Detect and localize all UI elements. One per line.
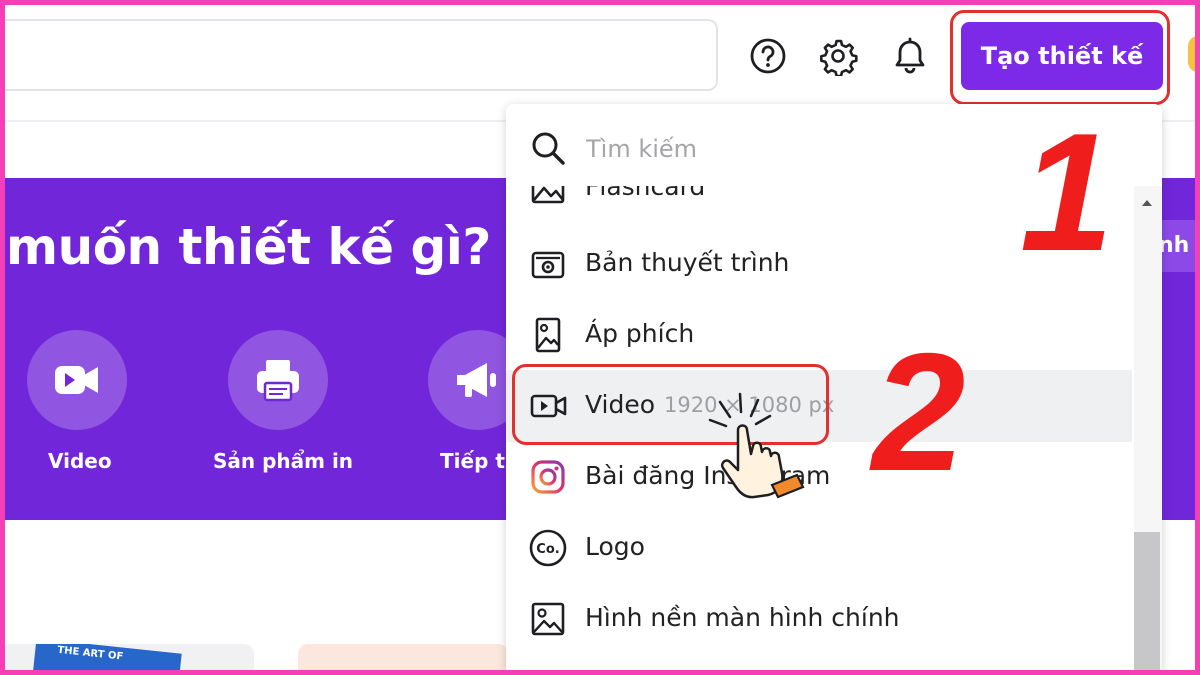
list-item-label: Áp phích — [585, 319, 695, 348]
pointing-hand-cursor-icon — [708, 392, 805, 499]
main-search-bar[interactable] — [0, 19, 718, 91]
presentation-icon — [528, 244, 568, 284]
template-thumbnail[interactable]: THE ART OF — [0, 644, 254, 675]
step-number-1: 1 — [1020, 98, 1114, 286]
category-video-button[interactable] — [27, 330, 127, 430]
settings-gear-icon[interactable] — [818, 36, 858, 78]
book-cover-thumbnail: THE ART OF — [32, 644, 182, 675]
logo-icon: Co. — [528, 528, 568, 568]
list-item-label: Logo — [585, 532, 645, 561]
svg-text:Co.: Co. — [536, 542, 559, 557]
dropdown-search-input[interactable] — [584, 130, 988, 168]
poster-icon — [528, 315, 568, 355]
create-design-button[interactable]: Tạo thiết kế — [961, 22, 1163, 90]
banner-title: muốn thiết kế gì? — [6, 218, 491, 276]
list-item-logo[interactable]: Co. Logo — [506, 512, 1132, 584]
category-video-label: Video — [48, 449, 112, 473]
search-icon — [532, 132, 565, 165]
scroll-up-arrow-icon[interactable] — [1138, 194, 1156, 212]
list-item-label: Flashcard — [585, 186, 706, 201]
step-number-2: 2 — [872, 318, 966, 506]
list-item-poster[interactable]: Áp phích — [506, 299, 1132, 371]
printer-icon — [257, 360, 299, 402]
image-icon — [528, 186, 568, 208]
megaphone-icon — [457, 363, 496, 397]
list-item-label: Hình nền màn hình chính — [585, 603, 900, 632]
list-item-instagram-post[interactable]: Bài đăng Instagram — [506, 441, 1132, 513]
list-item-label: Bản thuyết trình — [585, 248, 790, 277]
list-item-wallpaper[interactable]: Hình nền màn hình chính — [506, 583, 1132, 655]
category-print-label: Sản phẩm in — [213, 449, 354, 473]
notification-bell-icon[interactable] — [890, 36, 930, 76]
wallpaper-icon — [528, 599, 568, 639]
template-thumbnail[interactable] — [298, 644, 508, 675]
instagram-icon — [528, 457, 568, 497]
help-icon[interactable] — [748, 36, 788, 76]
video-camera-icon — [55, 366, 98, 394]
category-print-button[interactable] — [228, 330, 328, 430]
scrollbar-thumb[interactable] — [1134, 532, 1160, 675]
avatar[interactable] — [1188, 36, 1200, 72]
